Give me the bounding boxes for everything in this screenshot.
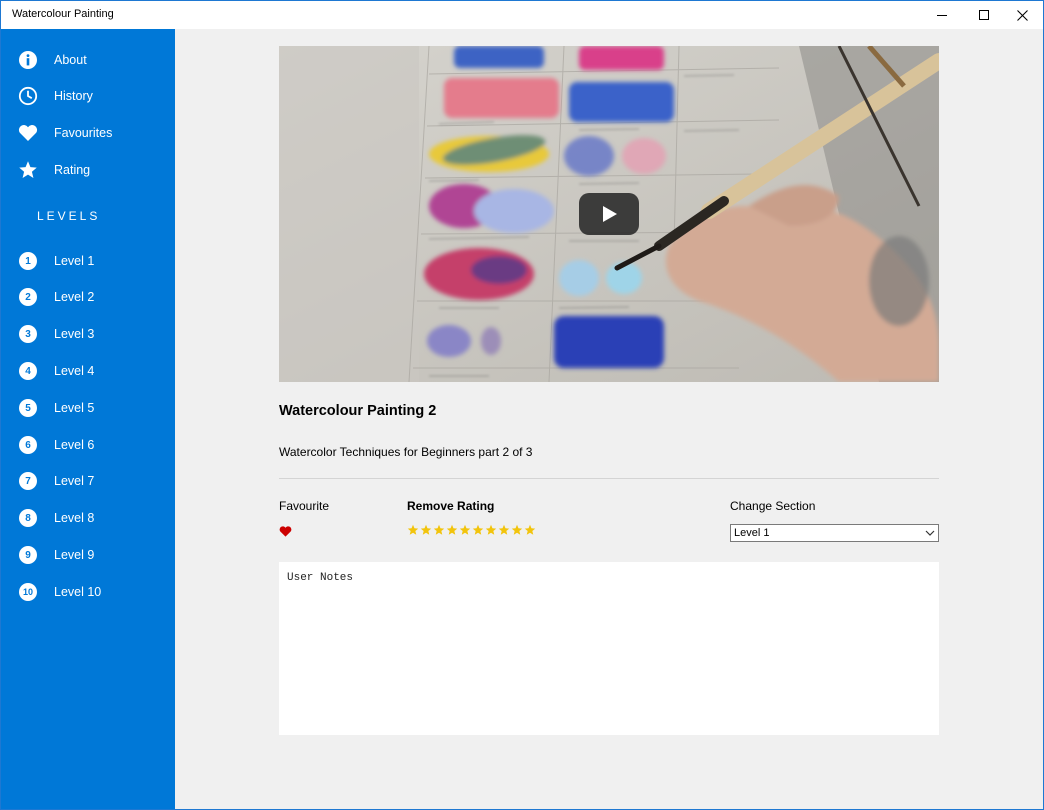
sidebar-item-label: History (54, 89, 93, 103)
number-9-icon: 9 (18, 545, 38, 565)
sidebar-item-level-9[interactable]: 9 Level 9 (1, 540, 175, 570)
number-5-icon: 5 (18, 398, 38, 418)
play-button[interactable] (579, 193, 639, 235)
sidebar-item-label: Level 8 (54, 511, 95, 525)
sidebar-item-label: Level 10 (54, 585, 102, 599)
star-icon (18, 160, 38, 180)
sidebar-item-label: Level 3 (54, 327, 95, 341)
sidebar-item-level-10[interactable]: 10 Level 10 (1, 577, 175, 607)
sidebar-item-favourites[interactable]: Favourites (1, 118, 175, 148)
rating-star-icon[interactable] (472, 524, 484, 536)
sidebar-item-label: Level 5 (54, 401, 95, 415)
main-content: Watercolour Painting 2 Watercolor Techni… (175, 29, 1043, 809)
favourite-toggle[interactable] (279, 524, 292, 542)
number-7-icon: 7 (18, 471, 38, 491)
rating-star-icon[interactable] (446, 524, 458, 536)
rating-star-icon[interactable] (433, 524, 445, 536)
clock-icon (18, 86, 38, 106)
sidebar: About History Favourites Rating LEVELS 1… (1, 29, 175, 809)
window-title: Watercolour Painting (12, 8, 114, 20)
heart-icon (279, 526, 292, 537)
sidebar-item-level-3[interactable]: 3 Level 3 (1, 319, 175, 349)
number-8-icon: 8 (18, 508, 38, 528)
section-select-value: Level 1 (734, 527, 770, 539)
sidebar-item-history[interactable]: History (1, 81, 175, 111)
sidebar-item-label: Level 9 (54, 548, 95, 562)
sidebar-item-level-8[interactable]: 8 Level 8 (1, 503, 175, 533)
chevron-down-icon (925, 530, 935, 536)
info-icon (18, 50, 38, 70)
rating-star-icon[interactable] (524, 524, 536, 536)
rating-star-icon[interactable] (407, 524, 419, 536)
maximize-icon (979, 10, 989, 20)
heart-icon (18, 123, 38, 143)
number-4-icon: 4 (18, 361, 38, 381)
rating-star-icon[interactable] (498, 524, 510, 536)
video-description: Watercolor Techniques for Beginners part… (279, 445, 533, 459)
app-window: Watercolour Painting About History Favou… (0, 0, 1044, 810)
sidebar-item-about[interactable]: About (1, 45, 175, 75)
minimize-icon (937, 15, 947, 16)
user-notes-input[interactable] (279, 562, 939, 735)
sidebar-item-level-1[interactable]: 1 Level 1 (1, 246, 175, 276)
sidebar-item-rating[interactable]: Rating (1, 155, 175, 185)
number-6-icon: 6 (18, 435, 38, 455)
minimize-button[interactable] (919, 1, 965, 29)
sidebar-item-label: About (54, 53, 87, 67)
change-section-label: Change Section (730, 499, 816, 513)
sidebar-item-level-7[interactable]: 7 Level 7 (1, 466, 175, 496)
favourite-label: Favourite (279, 499, 330, 513)
rating-star-icon[interactable] (459, 524, 471, 536)
sidebar-item-label: Favourites (54, 126, 113, 140)
remove-rating-button[interactable]: Remove Rating (407, 499, 494, 513)
number-2-icon: 2 (18, 287, 38, 307)
close-button[interactable] (999, 1, 1043, 29)
rating-star-icon[interactable] (511, 524, 523, 536)
video-player[interactable] (279, 46, 939, 382)
sidebar-item-label: Level 7 (54, 474, 95, 488)
sidebar-item-level-4[interactable]: 4 Level 4 (1, 356, 175, 386)
sidebar-item-label: Level 4 (54, 364, 95, 378)
section-select[interactable]: Level 1 (730, 524, 939, 542)
sidebar-item-label: Rating (54, 163, 91, 177)
number-1-icon: 1 (18, 251, 38, 271)
rating-star-icon[interactable] (420, 524, 432, 536)
close-icon (1016, 9, 1028, 21)
rating-star-icon[interactable] (485, 524, 497, 536)
sidebar-item-level-2[interactable]: 2 Level 2 (1, 282, 175, 312)
sidebar-item-level-6[interactable]: 6 Level 6 (1, 430, 175, 460)
rating-stars[interactable] (407, 524, 536, 536)
sidebar-item-level-5[interactable]: 5 Level 5 (1, 393, 175, 423)
sidebar-item-label: Level 2 (54, 290, 95, 304)
number-10-icon: 10 (18, 582, 38, 602)
levels-header: LEVELS (37, 209, 101, 223)
play-icon (603, 206, 617, 222)
sidebar-item-label: Level 6 (54, 438, 95, 452)
number-3-icon: 3 (18, 324, 38, 344)
title-bar: Watercolour Painting (1, 1, 1043, 29)
sidebar-item-label: Level 1 (54, 254, 95, 268)
video-title: Watercolour Painting 2 (279, 403, 437, 419)
divider (279, 478, 939, 479)
